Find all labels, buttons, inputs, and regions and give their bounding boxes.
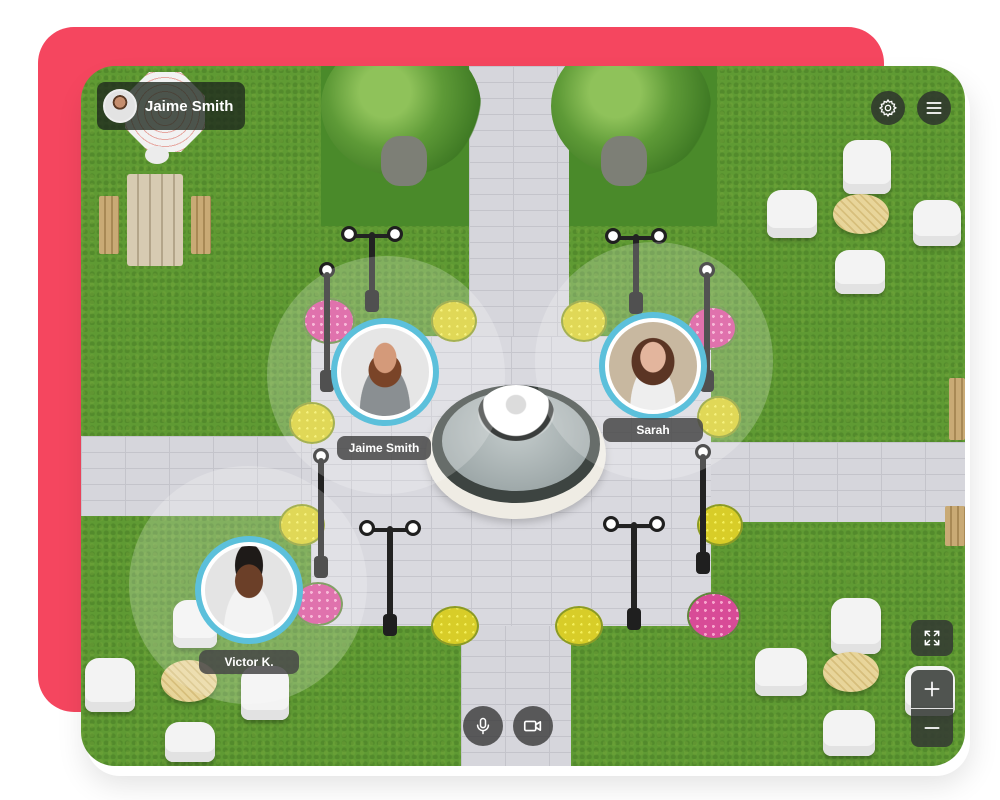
camera-button[interactable] bbox=[513, 706, 553, 746]
chair bbox=[85, 658, 135, 712]
virtual-park-map[interactable]: Jaime Smith Sarah Victor K. Jaime Smith bbox=[81, 66, 965, 766]
app-stage: Jaime Smith Sarah Victor K. Jaime Smith bbox=[0, 0, 1000, 800]
participant-victor-k[interactable]: Victor K. bbox=[195, 536, 307, 674]
bench bbox=[99, 196, 119, 254]
flower-bed bbox=[555, 606, 603, 646]
settings-button[interactable] bbox=[871, 91, 905, 125]
round-table bbox=[833, 194, 889, 234]
picnic-table bbox=[127, 174, 183, 266]
chair bbox=[767, 190, 817, 238]
plus-icon bbox=[924, 681, 940, 697]
participant-sarah[interactable]: Sarah bbox=[599, 312, 711, 444]
tree-trunk bbox=[601, 136, 647, 186]
participant-name-tag: Jaime Smith bbox=[337, 436, 431, 460]
round-table bbox=[823, 652, 879, 692]
street-lamp bbox=[599, 512, 669, 630]
umbrella-base bbox=[145, 146, 169, 164]
current-user-name: Jaime Smith bbox=[145, 97, 234, 115]
participant-avatar bbox=[341, 328, 429, 416]
participant-jaime-smith[interactable]: Jaime Smith bbox=[331, 318, 443, 460]
chair bbox=[913, 200, 961, 246]
zoom-out-button[interactable] bbox=[911, 709, 953, 747]
menu-button[interactable] bbox=[917, 91, 951, 125]
hamburger-menu-icon bbox=[926, 102, 942, 114]
participant-avatar bbox=[205, 546, 293, 634]
participant-name-tag: Sarah bbox=[603, 418, 703, 442]
video-camera-icon bbox=[523, 720, 542, 732]
zoom-in-button[interactable] bbox=[911, 670, 953, 708]
bench bbox=[949, 378, 965, 440]
participant-avatar bbox=[609, 322, 697, 410]
microphone-icon bbox=[476, 717, 490, 735]
chair bbox=[835, 250, 885, 294]
chair bbox=[823, 710, 875, 756]
microphone-button[interactable] bbox=[463, 706, 503, 746]
user-avatar bbox=[103, 89, 137, 123]
chair bbox=[831, 598, 881, 654]
flower-bed bbox=[431, 606, 479, 646]
minus-icon bbox=[924, 727, 940, 729]
bench bbox=[945, 506, 965, 546]
fullscreen-button[interactable] bbox=[911, 620, 953, 656]
chair bbox=[165, 722, 215, 762]
flower-bed bbox=[687, 592, 741, 640]
tree-trunk bbox=[381, 136, 427, 186]
expand-icon bbox=[924, 630, 940, 646]
bench bbox=[191, 196, 211, 254]
current-user-badge[interactable]: Jaime Smith bbox=[97, 82, 246, 130]
gear-icon bbox=[878, 98, 898, 118]
participant-name-tag: Victor K. bbox=[199, 650, 299, 674]
chair bbox=[755, 648, 807, 696]
chair bbox=[843, 140, 891, 194]
